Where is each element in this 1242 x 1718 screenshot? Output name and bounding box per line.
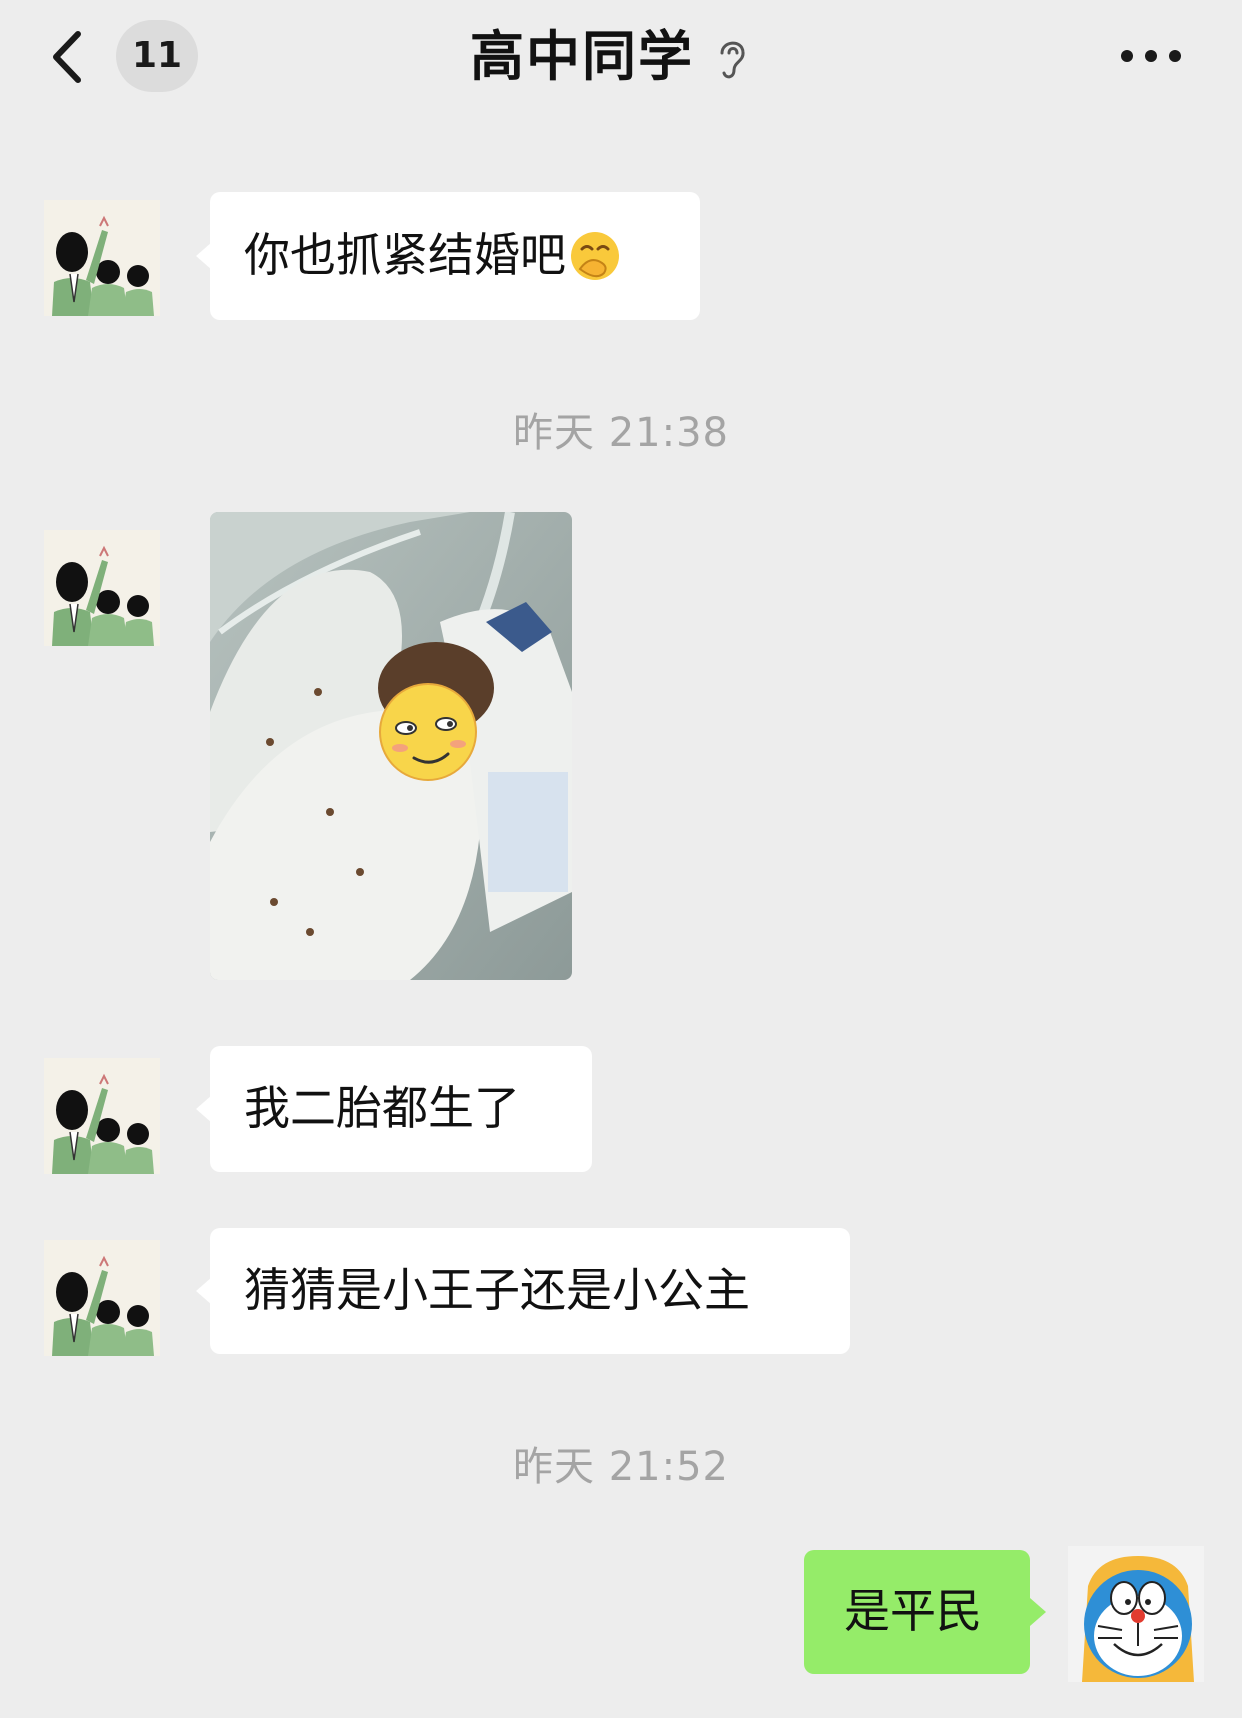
my-avatar[interactable] <box>1068 1546 1204 1682</box>
cartoon-friends-avatar-icon <box>44 1058 160 1174</box>
chat-header: 11 高中同学 <box>0 0 1242 120</box>
incoming-message-bubble[interactable]: 我二胎都生了 <box>196 1046 592 1172</box>
more-options-button[interactable] <box>1118 36 1184 76</box>
baby-photo-image <box>210 512 572 980</box>
cartoon-friends-avatar-icon <box>44 1240 160 1356</box>
sender-avatar[interactable] <box>44 1058 160 1174</box>
timestamp: 昨天 21:52 <box>513 1444 729 1490</box>
message-text: 是平民 <box>844 1584 982 1639</box>
message-text: 我二胎都生了 <box>244 1081 520 1136</box>
hand-over-mouth-emoji-icon <box>568 229 622 283</box>
sender-avatar[interactable] <box>44 530 160 646</box>
unread-count-badge[interactable]: 11 <box>116 20 198 92</box>
image-message[interactable] <box>210 512 572 980</box>
doraemon-avatar-icon <box>1068 1546 1204 1682</box>
more-dots-icon <box>1121 50 1181 62</box>
back-button[interactable] <box>44 22 94 92</box>
incoming-message-bubble[interactable]: 你也抓紧结婚吧 <box>196 192 700 320</box>
earpiece-mode-icon <box>712 33 752 85</box>
message-text: 你也抓紧结婚吧 <box>244 228 566 283</box>
timestamp: 昨天 21:38 <box>513 410 729 456</box>
cartoon-friends-avatar-icon <box>44 530 160 646</box>
sender-avatar[interactable] <box>44 1240 160 1356</box>
cartoon-friends-avatar-icon <box>44 200 160 316</box>
incoming-message-bubble[interactable]: 猜猜是小王子还是小公主 <box>196 1228 850 1354</box>
chevron-left-icon <box>53 31 81 83</box>
chat-title: 高中同学 <box>470 25 694 88</box>
outgoing-message-bubble[interactable]: 是平民 <box>804 1550 1046 1674</box>
sender-avatar[interactable] <box>44 200 160 316</box>
message-text: 猜猜是小王子还是小公主 <box>244 1263 750 1318</box>
